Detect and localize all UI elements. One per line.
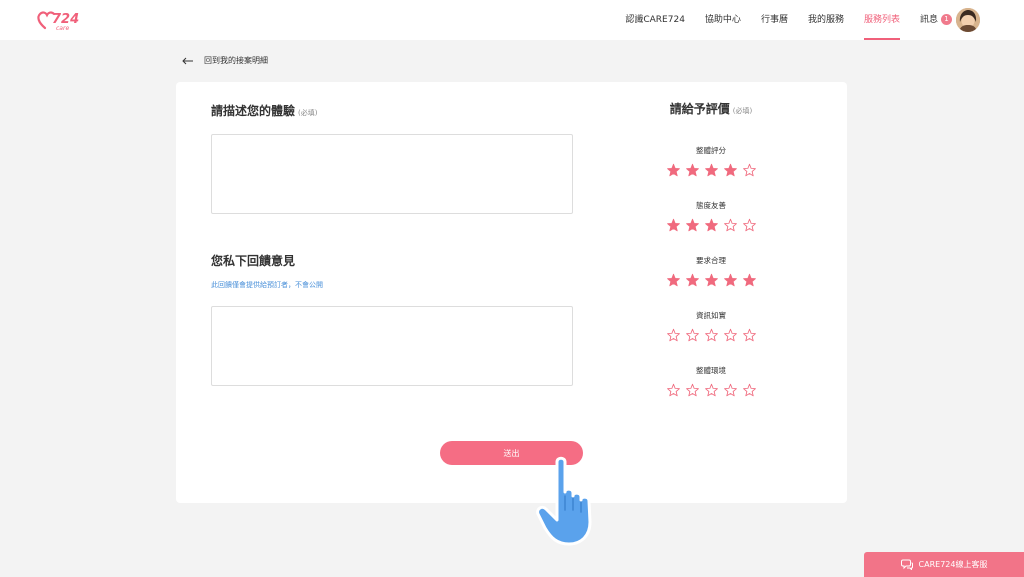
star-rating xyxy=(646,218,776,233)
nav-messages[interactable]: 訊息 1 xyxy=(920,0,952,40)
star-outline-icon[interactable] xyxy=(704,328,719,343)
rating-label: 整體評分 xyxy=(696,146,726,155)
star-outline-icon[interactable] xyxy=(685,328,700,343)
online-support-bar[interactable]: CARE724線上客服 xyxy=(864,552,1024,577)
pointing-hand-icon xyxy=(536,456,592,546)
star-filled-icon[interactable] xyxy=(723,163,738,178)
nav-help-center-label: 協助中心 xyxy=(704,15,741,25)
main-nav: 認識CARE724 協助中心 行事曆 我的服務 服務列表 訊息 1 xyxy=(605,0,952,40)
review-card: 請描述您的體驗 (必填) 您私下回饋意見 此回饋僅會提供給預訂者，不會公開 請給予… xyxy=(176,82,847,503)
star-filled-icon[interactable] xyxy=(742,273,757,288)
rating-row: 整體環境 xyxy=(646,365,776,398)
star-outline-icon[interactable] xyxy=(685,383,700,398)
rating-label: 整體環境 xyxy=(696,366,726,375)
star-filled-icon[interactable] xyxy=(666,273,681,288)
message-count-badge: 1 xyxy=(941,14,952,25)
star-outline-icon[interactable] xyxy=(723,383,738,398)
user-avatar[interactable] xyxy=(956,8,980,32)
star-outline-icon[interactable] xyxy=(742,328,757,343)
star-filled-icon[interactable] xyxy=(685,218,700,233)
star-rating xyxy=(646,273,776,288)
online-support-label: CARE724線上客服 xyxy=(918,560,988,569)
star-filled-icon[interactable] xyxy=(704,218,719,233)
nav-my-services[interactable]: 我的服務 xyxy=(808,0,844,40)
star-outline-icon[interactable] xyxy=(704,383,719,398)
experience-title: 請描述您的體驗 (必填) xyxy=(211,102,317,119)
star-filled-icon[interactable] xyxy=(666,163,681,178)
rating-title-text: 請給予評價 xyxy=(669,102,730,116)
star-outline-icon[interactable] xyxy=(723,218,738,233)
private-feedback-title-text: 您私下回饋意見 xyxy=(211,254,296,268)
star-filled-icon[interactable] xyxy=(704,163,719,178)
back-link[interactable]: 回到我的接案明細 xyxy=(182,55,268,66)
top-nav-bar: 724 care 認識CARE724 協助中心 行事曆 我的服務 服務列表 訊息… xyxy=(0,0,1024,40)
rating-row: 態度友善 xyxy=(646,200,776,233)
star-outline-icon[interactable] xyxy=(666,383,681,398)
star-rating xyxy=(646,328,776,343)
experience-title-text: 請描述您的體驗 xyxy=(211,104,296,118)
nav-messages-label: 訊息 xyxy=(919,15,938,25)
rating-title: 請給予評價 (必填) xyxy=(646,100,776,117)
rating-row: 資訊如實 xyxy=(646,310,776,343)
experience-textarea[interactable] xyxy=(211,134,573,214)
star-filled-icon[interactable] xyxy=(704,273,719,288)
star-outline-icon[interactable] xyxy=(723,328,738,343)
star-outline-icon[interactable] xyxy=(742,218,757,233)
star-filled-icon[interactable] xyxy=(685,273,700,288)
star-rating xyxy=(646,383,776,398)
rating-row: 整體評分 xyxy=(646,145,776,178)
star-filled-icon[interactable] xyxy=(666,218,681,233)
star-outline-icon[interactable] xyxy=(742,163,757,178)
chat-bubble-icon xyxy=(900,559,913,570)
care724-logo[interactable]: 724 care xyxy=(36,8,80,32)
back-link-label: 回到我的接案明細 xyxy=(204,56,268,65)
star-filled-icon[interactable] xyxy=(685,163,700,178)
nav-about[interactable]: 認識CARE724 xyxy=(625,0,685,40)
nav-service-list-label: 服務列表 xyxy=(863,15,900,25)
nav-service-list[interactable]: 服務列表 xyxy=(863,0,900,40)
star-filled-icon[interactable] xyxy=(723,273,738,288)
arrow-left-icon xyxy=(182,57,193,64)
star-rating xyxy=(646,163,776,178)
private-feedback-title: 您私下回饋意見 xyxy=(211,252,295,269)
private-feedback-hint: 此回饋僅會提供給預訂者，不會公開 xyxy=(211,281,323,289)
nav-help-center[interactable]: 協助中心 xyxy=(705,0,741,40)
rating-list: 整體評分態度友善要求合理資訊如實整體環境 xyxy=(646,145,776,398)
nav-about-label: 認識CARE724 xyxy=(625,15,685,25)
rating-required-note: (必填) xyxy=(732,107,753,115)
svg-text:care: care xyxy=(56,25,69,32)
rating-label: 態度友善 xyxy=(696,201,726,210)
rating-label: 要求合理 xyxy=(696,256,726,265)
star-outline-icon[interactable] xyxy=(666,328,681,343)
rating-row: 要求合理 xyxy=(646,255,776,288)
nav-calendar-label: 行事曆 xyxy=(760,15,788,25)
rating-panel: 請給予評價 (必填) 整體評分態度友善要求合理資訊如實整體環境 xyxy=(646,100,776,398)
nav-calendar[interactable]: 行事曆 xyxy=(761,0,788,40)
rating-label: 資訊如實 xyxy=(696,311,726,320)
star-outline-icon[interactable] xyxy=(742,383,757,398)
nav-my-services-label: 我的服務 xyxy=(807,15,844,25)
experience-required-note: (必填) xyxy=(298,109,318,117)
private-feedback-textarea[interactable] xyxy=(211,306,573,386)
